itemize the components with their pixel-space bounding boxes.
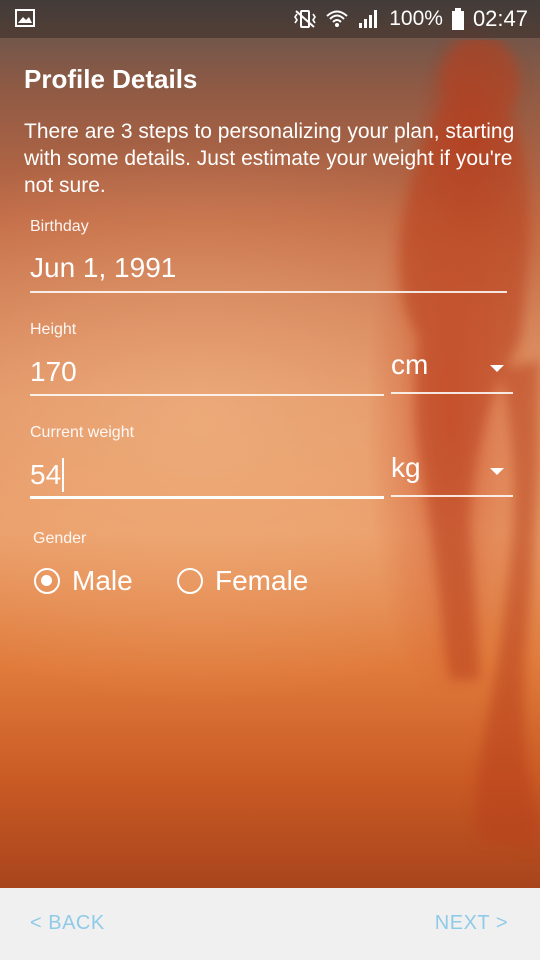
birthday-field[interactable]: Jun 1, 1991 (30, 252, 176, 284)
status-bar: 100% 02:47 (0, 0, 540, 38)
page-title: Profile Details (24, 64, 198, 94)
height-unit-select[interactable]: cm (391, 349, 428, 381)
wifi-icon (326, 10, 348, 27)
bottom-nav-bar: < BACK NEXT > (0, 888, 540, 960)
weight-unit-select[interactable]: kg (391, 452, 421, 484)
radio-male[interactable] (34, 568, 60, 594)
gender-label: Gender (33, 530, 87, 547)
height-label: Height (30, 321, 77, 338)
weight-label: Current weight (30, 424, 135, 441)
text-cursor (62, 458, 64, 492)
radio-male-label[interactable]: Male (72, 565, 133, 597)
height-input[interactable]: 170 (30, 356, 77, 388)
weight-unit-underline (391, 495, 513, 497)
status-time: 02:47 (472, 6, 528, 31)
radio-female-label[interactable]: Female (215, 565, 308, 597)
weight-underline (30, 496, 384, 499)
height-underline (30, 394, 384, 396)
weight-input[interactable]: 54 (30, 459, 61, 491)
birthday-underline (30, 291, 507, 293)
vibrate-icon (294, 10, 317, 28)
birthday-label: Birthday (30, 218, 89, 235)
back-button[interactable]: < BACK (30, 912, 105, 935)
intro-text: There are 3 steps to personalizing your … (24, 120, 515, 197)
radio-female[interactable] (177, 568, 203, 594)
next-button[interactable]: NEXT > (435, 912, 508, 935)
battery-icon (451, 8, 464, 30)
chevron-down-icon[interactable] (490, 365, 504, 372)
height-unit-underline (391, 392, 513, 394)
chevron-down-icon[interactable] (490, 468, 504, 475)
radio-selected-dot (41, 575, 52, 586)
image-icon (15, 9, 35, 27)
signal-icon (359, 10, 378, 28)
battery-percent: 100% (389, 7, 443, 30)
